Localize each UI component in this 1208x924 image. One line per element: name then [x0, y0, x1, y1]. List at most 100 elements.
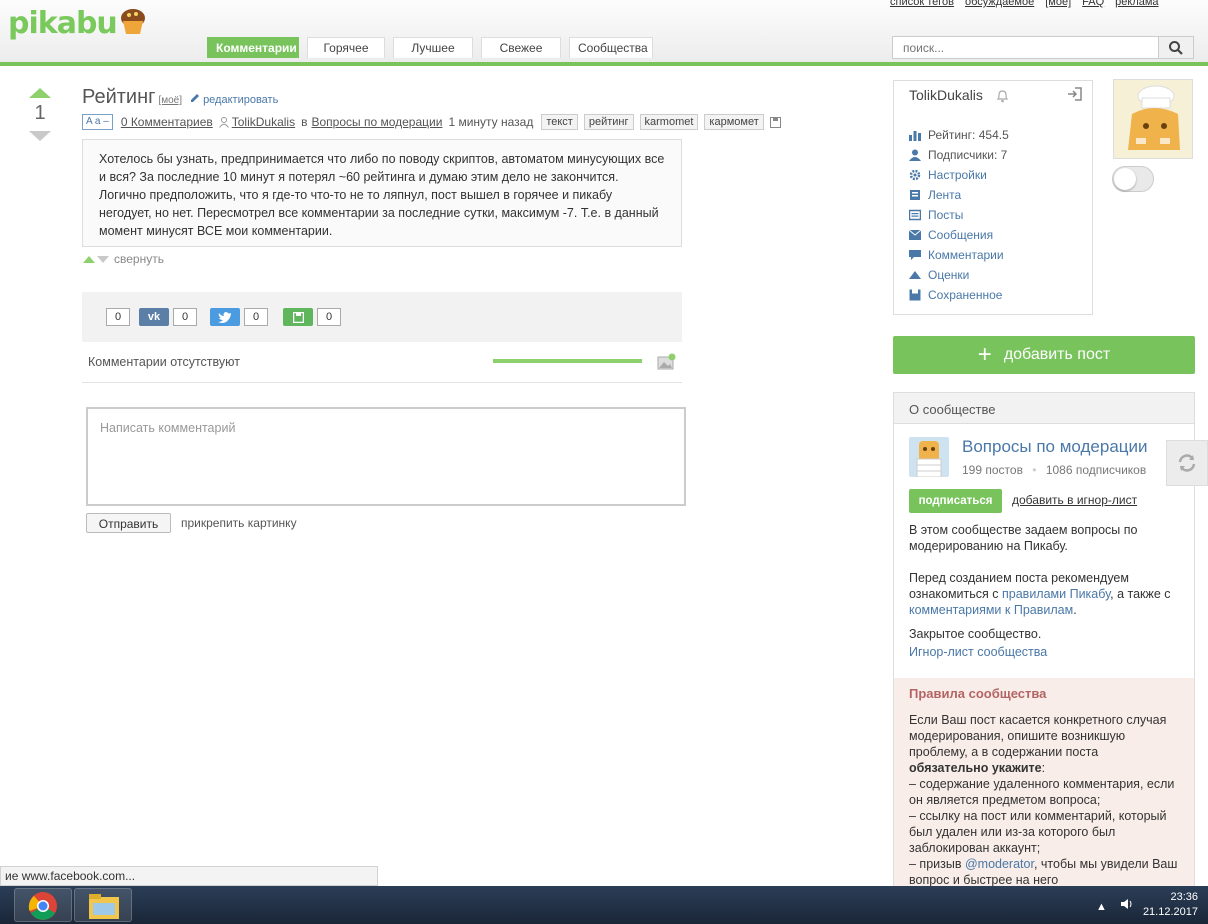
- add-post-button[interactable]: + добавить пост: [893, 336, 1195, 374]
- top-link-tags[interactable]: список тегов: [890, 0, 954, 8]
- user-menu-subscribers-label: Подписчики: 7: [928, 148, 1008, 162]
- user-menu-comments[interactable]: Комментарии: [909, 245, 1009, 265]
- edit-link[interactable]: редактировать: [190, 94, 278, 106]
- downvote-icon[interactable]: [29, 131, 51, 141]
- share-generic[interactable]: 0: [102, 308, 130, 326]
- author-link[interactable]: TolikDukalis: [232, 115, 295, 129]
- save-post-icon[interactable]: [769, 116, 781, 128]
- subscribe-button[interactable]: подписаться: [909, 489, 1002, 513]
- tab-comments[interactable]: Комментарии: [207, 37, 299, 58]
- font-size-toggle[interactable]: A a –: [82, 114, 113, 130]
- share-vk[interactable]: vk 0: [139, 308, 197, 326]
- theme-toggle[interactable]: [1112, 166, 1154, 192]
- tag-text[interactable]: текст: [541, 114, 578, 130]
- community-name[interactable]: Вопросы по модерации: [962, 437, 1148, 457]
- top-link-discussed[interactable]: обсуждаемое: [965, 0, 1034, 8]
- search-button[interactable]: [1158, 37, 1193, 58]
- rules-bold: обязательно укажите: [909, 761, 1042, 775]
- tab-best[interactable]: Лучшее: [393, 37, 473, 58]
- user-menu-messages[interactable]: Сообщения: [909, 225, 1009, 245]
- user-menu-posts[interactable]: Посты: [909, 205, 1009, 225]
- add-post-label: добавить пост: [1003, 346, 1111, 363]
- share-count-generic: 0: [106, 308, 130, 326]
- floppy-icon: [283, 308, 313, 326]
- collapse-control[interactable]: свернуть: [82, 252, 164, 266]
- send-button[interactable]: Отправить: [86, 513, 171, 533]
- user-menu-votes[interactable]: Оценки: [909, 265, 1009, 285]
- share-count-save: 0: [317, 308, 341, 326]
- clock-time: 23:36: [1170, 891, 1198, 903]
- share-twitter[interactable]: 0: [210, 308, 268, 326]
- tag-karmomet-ru[interactable]: кармомет: [704, 114, 764, 130]
- post-time: 1 минуту назад: [448, 115, 534, 129]
- comments-progress-bar: [493, 359, 642, 363]
- top-links: список тегов обсуждаемое [моё] FAQ реклама: [890, 0, 1170, 8]
- rules-link[interactable]: правилами Пикабу: [1002, 587, 1110, 601]
- stats-separator: •: [1032, 463, 1037, 477]
- main-tabs: Комментарии Горячее Лучшее Свежее Сообще…: [207, 37, 653, 58]
- taskbar-explorer[interactable]: [74, 888, 132, 922]
- no-comments-label: Комментарии отсутствуют: [88, 355, 240, 369]
- community-stats: 199 постов • 1086 подписчиков: [962, 463, 1146, 477]
- community-link[interactable]: Вопросы по модерации: [311, 115, 442, 129]
- user-menu-rating-label: Рейтинг: 454.5: [928, 128, 1009, 142]
- browser-status-bar: ие www.facebook.com...: [0, 866, 378, 886]
- community-avatar[interactable]: [909, 437, 949, 478]
- user-menu-posts-label: Посты: [928, 208, 964, 222]
- top-link-mine[interactable]: [моё]: [1045, 0, 1071, 8]
- closed-community-label: Закрытое сообщество.: [909, 627, 1042, 641]
- search-icon: [1169, 40, 1183, 55]
- logout-icon[interactable]: [1067, 86, 1083, 102]
- share-save[interactable]: 0: [283, 308, 341, 326]
- share-count-vk: 0: [173, 308, 197, 326]
- rules-paragraph: Если Ваш пост касается конкретного случа…: [909, 713, 1167, 759]
- search-input[interactable]: [893, 37, 1173, 58]
- tag-rating[interactable]: рейтинг: [583, 114, 634, 130]
- user-menu-saved[interactable]: Сохраненное: [909, 285, 1009, 305]
- upvote-icon[interactable]: [29, 88, 51, 98]
- cupcake-icon: [120, 9, 145, 34]
- comments-count-link[interactable]: 0 Комментариев: [121, 115, 213, 129]
- rules-comments-link[interactable]: комментариями к Правилам: [909, 603, 1073, 617]
- toggle-knob: [1114, 168, 1136, 190]
- bell-icon[interactable]: [996, 89, 1009, 103]
- taskbar-chrome[interactable]: [14, 888, 72, 922]
- image-toggle-icon[interactable]: [657, 353, 677, 371]
- tab-communities[interactable]: Сообщества: [569, 37, 653, 58]
- tag-karmomet-en[interactable]: karmomet: [639, 114, 699, 130]
- comment-textarea[interactable]: Написать комментарий: [86, 407, 686, 506]
- rating-icon: [909, 129, 921, 141]
- attach-image-link[interactable]: прикрепить картинку: [181, 516, 297, 530]
- user-menu-feed[interactable]: Лента: [909, 185, 1009, 205]
- volume-icon[interactable]: [1120, 898, 1134, 910]
- votes-icon: [909, 269, 921, 281]
- moe-badge: [моё]: [158, 95, 182, 106]
- user-menu-votes-label: Оценки: [928, 268, 970, 282]
- community-panel-title: О сообществе: [894, 393, 1194, 424]
- community-posts-count: 199 постов: [962, 463, 1023, 477]
- collapse-label: свернуть: [114, 252, 164, 266]
- add-to-ignore-link[interactable]: добавить в игнор-лист: [1012, 493, 1137, 507]
- tab-hot[interactable]: Горячее: [307, 37, 385, 58]
- system-clock[interactable]: 23:36 21.12.2017: [1143, 890, 1198, 920]
- ignore-list-link[interactable]: Игнор-лист сообщества: [909, 644, 1179, 660]
- tab-fresh[interactable]: Свежее: [481, 37, 561, 58]
- moderator-link[interactable]: @moderator: [965, 857, 1034, 871]
- subscribers-icon: [909, 149, 921, 161]
- post-title[interactable]: Рейтинг: [82, 86, 155, 108]
- pikabu-logo[interactable]: pikabu: [8, 6, 147, 41]
- avatar[interactable]: [1113, 79, 1193, 159]
- vk-icon: vk: [139, 308, 169, 326]
- pencil-icon: [191, 94, 199, 102]
- tray-arrow-icon[interactable]: ▲: [1096, 901, 1107, 913]
- refresh-button[interactable]: [1166, 440, 1208, 486]
- chrome-icon: [28, 892, 57, 920]
- refresh-icon: [1178, 454, 1196, 472]
- top-link-faq[interactable]: FAQ: [1082, 0, 1104, 8]
- user-icon: [218, 116, 229, 128]
- saved-icon: [909, 289, 921, 301]
- user-name[interactable]: TolikDukalis: [909, 87, 983, 103]
- user-menu-settings[interactable]: Настройки: [909, 165, 1009, 185]
- post-meta: A a – 0 Комментариев TolikDukalis в Вопр…: [82, 114, 781, 130]
- top-link-ads[interactable]: реклама: [1115, 0, 1158, 8]
